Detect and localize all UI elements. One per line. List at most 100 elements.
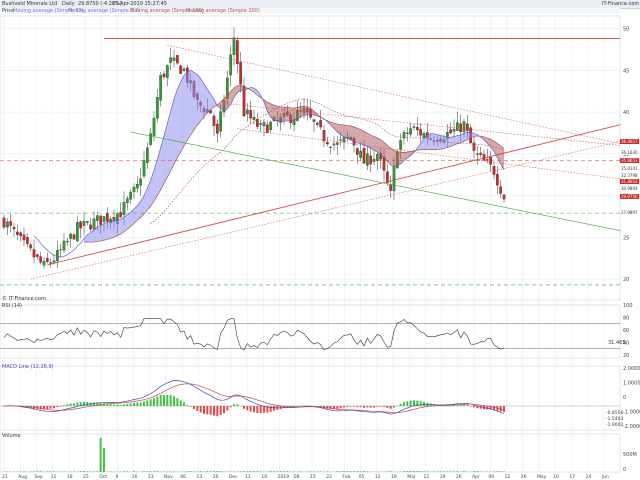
macd-histogram-bar [236, 404, 239, 406]
macd-title: MACD Line (12,26,9) [2, 364, 54, 370]
volume-bar [53, 471, 55, 472]
macd-histogram-bar [129, 403, 132, 406]
volume-bar [33, 471, 35, 472]
macd-last-label: -0.8556 [606, 410, 624, 416]
volume-bar [346, 471, 349, 472]
x-tick-label: 2019 [278, 474, 290, 480]
volume-bar [249, 471, 252, 472]
volume-bar [273, 471, 275, 472]
macd-histogram-bar [256, 406, 259, 413]
volume-bar [456, 471, 459, 472]
ma-cloud [154, 159, 158, 202]
macd-histogram-bar [39, 406, 42, 410]
x-tick-label: 22 [326, 474, 332, 480]
macd-histogram-bar [263, 406, 265, 413]
macd-histogram-bar [233, 404, 235, 406]
rsi-tick: 100 [623, 303, 633, 309]
macd-histogram-bar [246, 406, 249, 411]
candle-body [476, 153, 479, 155]
volume-bar [309, 471, 312, 472]
volume-bar [503, 471, 505, 472]
macd-histogram-bar [196, 406, 199, 411]
y-tick-label: 40 [623, 110, 629, 116]
candle-body [239, 62, 242, 85]
ma-cloud [360, 129, 364, 146]
candle-body [96, 215, 99, 221]
volume-bar [276, 471, 279, 472]
volume-bar [216, 471, 219, 472]
macd-histogram-bar [423, 401, 425, 406]
volume-bar [436, 471, 439, 472]
macd-histogram-bar [59, 406, 62, 407]
candle-body [59, 249, 62, 251]
volume-bar [299, 471, 302, 472]
ma-cloud [197, 74, 201, 126]
macd-histogram-bar [199, 406, 202, 413]
macd-histogram-bar [466, 404, 469, 406]
candle-body [266, 124, 269, 133]
volume-bar [269, 471, 272, 472]
macd-histogram-bar [173, 396, 175, 406]
volume-bar [109, 471, 112, 472]
macd-histogram-bar [183, 402, 185, 406]
macd-histogram-bar [139, 402, 142, 406]
macd-histogram-bar [73, 403, 75, 406]
x-tick-label: 23 [148, 474, 154, 480]
x-tick-label: Sep [34, 474, 43, 480]
candle-body [356, 148, 359, 155]
ma-cloud [427, 133, 431, 150]
ma-cloud [124, 214, 128, 232]
macd-histogram-bar [169, 395, 172, 406]
macd-histogram-bar [103, 403, 105, 406]
ma-cloud [277, 106, 281, 122]
volume-bar [39, 471, 42, 472]
macd-histogram-bar [369, 406, 372, 408]
x-tick-label: 24 [586, 474, 592, 480]
candle-body [76, 222, 79, 242]
volume-bar [413, 471, 415, 472]
macd-histogram-bar [119, 404, 122, 406]
ma-cloud [287, 107, 291, 122]
candle-body [139, 178, 142, 186]
volume-bar [293, 471, 295, 472]
macd-histogram-bar [303, 405, 305, 406]
volume-bar [123, 471, 125, 472]
macd-histogram-bar [329, 406, 332, 410]
price-label-pill: 30.9804 [620, 185, 639, 191]
volume-bar [143, 471, 145, 472]
x-tick-label: 21 [2, 474, 8, 480]
candle-body [152, 118, 156, 136]
volume-bar [319, 471, 322, 472]
volume-bar [133, 471, 135, 472]
candle-body [182, 68, 186, 71]
candle-body [252, 116, 256, 120]
candle-body [29, 244, 32, 249]
volume-bar [463, 471, 465, 472]
macd-histogram-bar [206, 406, 209, 415]
volume-bar [266, 471, 269, 472]
macd-histogram-bar [336, 406, 339, 409]
candle-body [46, 258, 49, 262]
x-tick-label: 09 [488, 474, 494, 480]
ma-cloud [187, 70, 191, 141]
macd-histogram-bar [133, 402, 135, 406]
volume-bar [149, 471, 152, 472]
candle-body [319, 120, 322, 128]
candle-body [499, 186, 502, 194]
candle-body [332, 143, 336, 146]
candle-body [492, 166, 496, 175]
candle-body [459, 123, 462, 133]
volume-bar [226, 471, 229, 472]
volume-bar [49, 471, 52, 472]
candle-body [329, 146, 332, 148]
x-tick-label: Aug [18, 474, 27, 480]
volume-bar [209, 471, 212, 472]
volume-tick: 500M [623, 452, 637, 458]
volume-bar [449, 471, 452, 472]
volume-bar [29, 471, 32, 472]
macd-histogram-bar [363, 406, 365, 408]
macd-histogram-bar [386, 406, 389, 408]
macd-histogram-bar [309, 405, 312, 407]
volume-bar [433, 471, 435, 472]
candle-body [342, 137, 346, 143]
